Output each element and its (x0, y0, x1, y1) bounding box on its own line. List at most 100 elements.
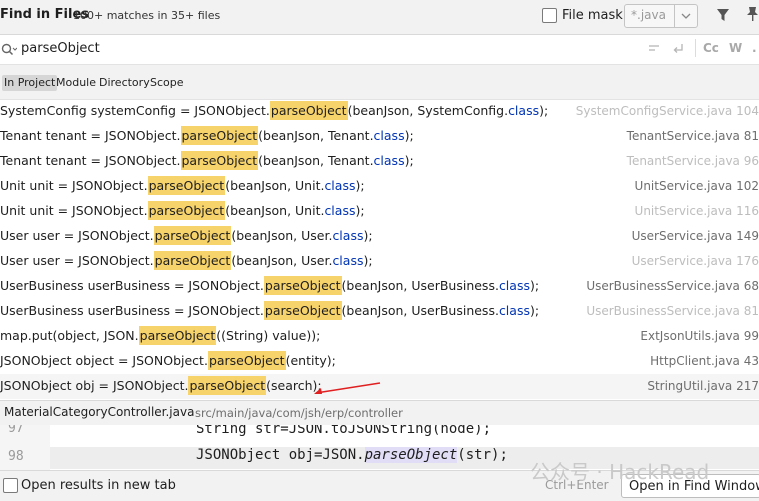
code-end: ); (539, 103, 549, 118)
result-row[interactable]: User user = JSONObject.parseObject(beanJ… (0, 224, 759, 249)
keyword: class (498, 303, 530, 318)
result-row[interactable]: SystemConfig systemConfig = JSONObject.p… (0, 99, 759, 124)
code-end: ); (529, 303, 540, 318)
keyword: class (373, 128, 405, 143)
code-prefix: JSONObject object = JSONObject. (0, 353, 208, 368)
match-highlight: parseObject (207, 351, 286, 370)
result-row[interactable]: JSONObject object = JSONObject.parseObje… (0, 349, 759, 374)
code-prefix: Unit unit = JSONObject. (0, 178, 148, 193)
file-location: UserBusinessService.java 68 (586, 279, 759, 293)
regex-icon[interactable]: . (752, 41, 757, 55)
code-suffix: (beanJson, Unit. (225, 178, 325, 193)
preview-file-path: src/main/java/com/jsh/erp/controller (195, 406, 403, 420)
match-highlight: parseObject (147, 176, 226, 195)
code-end: ); (404, 153, 414, 168)
code-end: ); (404, 128, 414, 143)
code-suffix: ((String) value)); (216, 328, 321, 343)
match-count: 100+ matches in 35+ files (73, 9, 221, 22)
code-suffix: (beanJson, UserBusiness. (341, 303, 499, 318)
code-end: ); (355, 178, 365, 193)
preview-header: MaterialCategoryController.java src/main… (0, 400, 759, 425)
enter-icon[interactable] (671, 41, 685, 60)
code-suffix: (beanJson, Unit. (225, 203, 325, 218)
code-prefix: map.put(object, JSON. (0, 328, 139, 343)
line-number: 98 (8, 449, 24, 464)
code-line: map.put(object, JSON.parseObject((String… (0, 326, 321, 345)
tab-in-project[interactable]: In Project (2, 75, 58, 91)
watermark: 公众号 · HackRead (530, 460, 710, 484)
preview-file-name: MaterialCategoryController.java (4, 405, 195, 419)
code-suffix: (entity); (285, 353, 336, 368)
code-prefix: Tenant tenant = JSONObject. (0, 153, 181, 168)
filter-icon[interactable] (716, 7, 730, 26)
find-header: Find in Files 100+ matches in 35+ files … (0, 0, 759, 35)
keyword: class (324, 178, 356, 193)
match-case-icon[interactable]: Cc (703, 41, 719, 55)
code-line: User user = JSONObject.parseObject(beanJ… (0, 251, 373, 270)
result-row[interactable]: Tenant tenant = JSONObject.parseObject(b… (0, 149, 759, 174)
match-highlight: parseObject (263, 276, 342, 295)
code-line: UserBusiness userBusiness = JSONObject.p… (0, 301, 540, 320)
keyword: class (508, 103, 540, 118)
tab-scope[interactable]: Scope (150, 75, 184, 91)
match-highlight: parseObject (269, 101, 348, 120)
result-row[interactable]: UserBusiness userBusiness = JSONObject.p… (0, 274, 759, 299)
keyword: class (332, 253, 364, 268)
code-end: ); (363, 253, 373, 268)
red-arrow-annotation (314, 382, 381, 394)
code-suffix: (beanJson, SystemConfig. (347, 103, 509, 118)
file-location: HttpClient.java 43 (650, 354, 759, 368)
file-mask-value: *.java (631, 8, 666, 22)
result-row[interactable]: map.put(object, JSON.parseObject((String… (0, 324, 759, 349)
result-row[interactable]: User user = JSONObject.parseObject(beanJ… (0, 249, 759, 274)
code-suffix: (beanJson, UserBusiness. (341, 278, 499, 293)
file-location: TenantService.java 81 (626, 129, 759, 143)
code-line: Unit unit = JSONObject.parseObject(beanJ… (0, 176, 365, 195)
tab-module[interactable]: Module (56, 75, 96, 91)
file-location: TenantService.java 96 (626, 154, 759, 168)
whole-words-icon[interactable]: W (729, 41, 742, 55)
code-line: JSONObject object = JSONObject.parseObje… (0, 351, 336, 370)
pin-icon[interactable] (746, 6, 759, 26)
code-suffix: (beanJson, Tenant. (258, 153, 374, 168)
keyword: class (332, 228, 364, 243)
result-row[interactable]: Tenant tenant = JSONObject.parseObject(b… (0, 124, 759, 149)
code-suffix: (beanJson, User. (231, 253, 333, 268)
code-end: ); (529, 278, 540, 293)
result-row[interactable]: UserBusiness userBusiness = JSONObject.p… (0, 299, 759, 324)
keyword: class (324, 203, 356, 218)
tab-directory[interactable]: Directory (99, 75, 150, 91)
file-location: UserService.java 176 (631, 254, 759, 268)
file-mask-label: File mask: (562, 8, 628, 23)
code-end: ); (363, 228, 373, 243)
match-highlight: parseObject (153, 251, 232, 270)
match-highlight: parseObject (153, 226, 232, 245)
new-line-icon[interactable] (647, 41, 661, 60)
result-row[interactable]: Unit unit = JSONObject.parseObject(beanJ… (0, 199, 759, 224)
code-suffix: (str); (457, 447, 508, 463)
search-bar: parseObject Cc W . (0, 35, 759, 65)
code-prefix: User user = JSONObject. (0, 253, 154, 268)
match-highlight: parseObject (147, 201, 226, 220)
file-mask-checkbox[interactable] (542, 8, 557, 23)
code-prefix: SystemConfig systemConfig = JSONObject. (0, 103, 270, 118)
chevron-down-icon[interactable] (674, 5, 697, 27)
code-line-98: JSONObject obj=JSON.parseObject(str); (196, 447, 508, 463)
code-line-97: String str=JSON.toJSONString(node); (196, 425, 492, 437)
match-highlight: parseObject (180, 126, 259, 145)
file-mask-select[interactable]: *.java (624, 4, 698, 28)
file-location: UserBusinessService.java 81 (586, 304, 759, 318)
code-suffix: (beanJson, User. (231, 228, 333, 243)
code-line: Tenant tenant = JSONObject.parseObject(b… (0, 126, 414, 145)
code-suffix: (beanJson, Tenant. (258, 128, 374, 143)
scope-tabs: In Project Module Directory Scope (0, 65, 759, 100)
file-location: ExtJsonUtils.java 99 (640, 329, 759, 343)
code-prefix: UserBusiness userBusiness = JSONObject. (0, 278, 264, 293)
file-location: UnitService.java 102 (634, 179, 759, 193)
search-input[interactable]: parseObject (21, 41, 100, 56)
search-icon[interactable] (1, 42, 18, 61)
code-prefix: User user = JSONObject. (0, 228, 154, 243)
open-new-tab-checkbox[interactable] (3, 478, 18, 493)
result-row[interactable]: Unit unit = JSONObject.parseObject(beanJ… (0, 174, 759, 199)
code-end: ); (355, 203, 365, 218)
